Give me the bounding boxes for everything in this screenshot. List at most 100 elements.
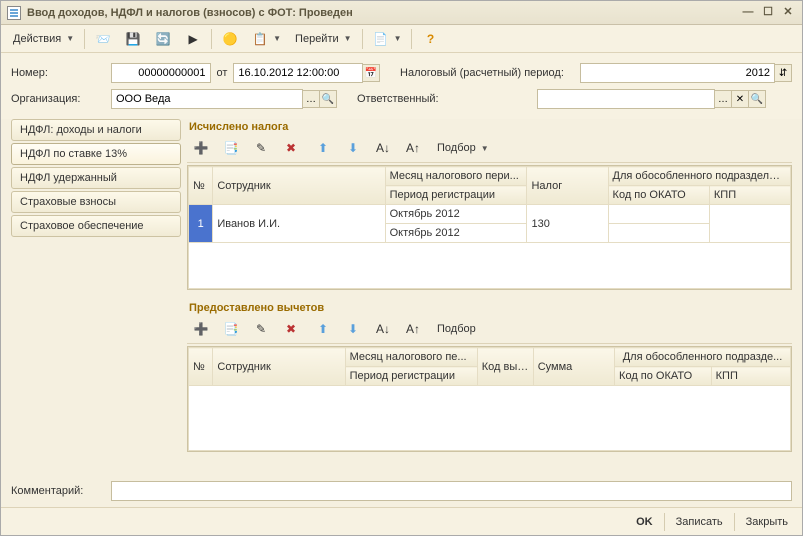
selection-button[interactable]: Подбор ▼ — [431, 137, 495, 159]
separator — [362, 29, 363, 49]
col-reg-period[interactable]: Период регистрации — [385, 186, 527, 205]
edit-row-button[interactable]: ✎ — [247, 137, 275, 159]
delete-row-button[interactable]: ✖ — [277, 318, 305, 340]
delete-icon: ✖ — [283, 140, 299, 156]
selection-button[interactable]: Подбор — [431, 318, 482, 340]
col-month-tax[interactable]: Месяц налогового пери... — [385, 167, 527, 186]
org-value: ООО Веда — [116, 93, 170, 105]
col-subdiv[interactable]: Для обособленного подразделения — [608, 167, 790, 186]
tax-period-stepper[interactable]: ⇵ — [774, 64, 792, 82]
resp-select-button[interactable]: … — [714, 90, 732, 108]
table-row[interactable]: 1 Иванов И.И. Октябрь 2012 130 — [189, 205, 791, 224]
ok-button[interactable]: OK — [630, 511, 659, 533]
cell-kpp[interactable] — [709, 205, 790, 243]
close-form-button[interactable]: Закрыть — [740, 511, 794, 533]
cell-employee[interactable]: Иванов И.И. — [213, 205, 385, 243]
col-employee[interactable]: Сотрудник — [213, 167, 385, 205]
grid-empty-area[interactable] — [189, 243, 791, 289]
goto-menu[interactable]: Перейти ▼ — [289, 28, 358, 50]
grid-tax-calculated: № Сотрудник Месяц налогового пери... Нал… — [187, 165, 792, 290]
cancel-post-button[interactable]: 🟡 — [216, 28, 244, 50]
resp-search-button[interactable]: 🔍 — [748, 90, 766, 108]
tab-ndfl-withheld[interactable]: НДФЛ удержанный — [11, 167, 181, 189]
date-picker-button[interactable]: 📅 — [362, 64, 380, 82]
number-label: Номер: — [11, 67, 111, 79]
move-down-button[interactable]: ⬇ — [339, 137, 367, 159]
tax-period-value: 2012 — [746, 67, 770, 79]
move-up-button[interactable]: ⬆ — [309, 137, 337, 159]
col-subdiv[interactable]: Для обособленного подразде... — [615, 348, 791, 367]
save-button[interactable]: Записать — [670, 511, 729, 533]
resp-field[interactable] — [537, 89, 715, 109]
help-button[interactable]: ? — [416, 28, 444, 50]
col-kpp[interactable]: КПП — [711, 367, 790, 386]
maximize-button[interactable]: ☐ — [760, 6, 776, 20]
up-icon: ⬆ — [315, 321, 331, 337]
save-button[interactable]: 💾 — [119, 28, 147, 50]
cell-month-tax[interactable]: Октябрь 2012 — [385, 205, 527, 224]
date-field[interactable]: 16.10.2012 12:00:00 — [233, 63, 363, 83]
tab-insurance-provision[interactable]: Страховое обеспечение — [11, 215, 181, 237]
resp-clear-button[interactable]: ✕ — [731, 90, 749, 108]
edit-row-button[interactable]: ✎ — [247, 318, 275, 340]
copy-icon: 📑 — [223, 140, 239, 156]
org-select-button[interactable]: … — [302, 90, 320, 108]
col-num[interactable]: № — [189, 348, 213, 386]
cell-num[interactable]: 1 — [189, 205, 213, 243]
move-down-button[interactable]: ⬇ — [339, 318, 367, 340]
add-icon: ➕ — [193, 321, 209, 337]
sort-asc-button[interactable]: A↓ — [369, 318, 397, 340]
separator — [411, 29, 412, 49]
cell-reg-period[interactable]: Октябрь 2012 — [385, 224, 527, 243]
move-up-button[interactable]: ⬆ — [309, 318, 337, 340]
window-title: Ввод доходов, НДФЛ и налогов (взносов) с… — [27, 7, 736, 19]
help-icon: ? — [422, 31, 438, 47]
add-icon: ➕ — [193, 140, 209, 156]
list-button[interactable]: 📄▼ — [367, 28, 408, 50]
cell-tax[interactable]: 130 — [527, 205, 608, 243]
col-kpp[interactable]: КПП — [709, 186, 790, 205]
section2-title: Предоставлено вычетов — [187, 300, 792, 318]
post-icon: 📨 — [95, 31, 111, 47]
cell-okato[interactable] — [608, 205, 709, 224]
selection-label: Подбор — [437, 323, 476, 335]
actions-menu[interactable]: Действия ▼ — [7, 28, 80, 50]
minimize-button[interactable]: — — [740, 6, 756, 20]
close-button[interactable]: ✕ — [780, 6, 796, 20]
org-label: Организация: — [11, 93, 111, 105]
delete-row-button[interactable]: ✖ — [277, 137, 305, 159]
copy-row-button[interactable]: 📑 — [217, 137, 245, 159]
col-employee[interactable]: Сотрудник — [213, 348, 345, 386]
add-row-button[interactable]: ➕ — [187, 318, 215, 340]
col-month-tax[interactable]: Месяц налогового пе... — [345, 348, 477, 367]
number-field[interactable]: 00000000001 — [111, 63, 211, 83]
tab-ndfl-income[interactable]: НДФЛ: доходы и налоги — [11, 119, 181, 141]
tax-period-field[interactable]: 2012 — [580, 63, 776, 83]
org-field[interactable]: ООО Веда — [111, 89, 303, 109]
col-num[interactable]: № — [189, 167, 213, 205]
sort-desc-button[interactable]: A↑ — [399, 318, 427, 340]
copy-row-button[interactable]: 📑 — [217, 318, 245, 340]
sort-desc-button[interactable]: A↑ — [399, 137, 427, 159]
section2-toolbar: ➕ 📑 ✎ ✖ ⬆ ⬇ A↓ A↑ Подбор — [187, 318, 792, 344]
cell-okato2[interactable] — [608, 224, 709, 243]
sort-asc-button[interactable]: A↓ — [369, 137, 397, 159]
col-tax[interactable]: Налог — [527, 167, 608, 205]
tab-insurance[interactable]: Страховые взносы — [11, 191, 181, 213]
comment-field[interactable] — [111, 481, 792, 501]
run-button[interactable]: ▶ — [179, 28, 207, 50]
col-okato[interactable]: Код по ОКАТО — [615, 367, 712, 386]
col-amount[interactable]: Сумма — [533, 348, 614, 386]
org-search-button[interactable]: 🔍 — [319, 90, 337, 108]
col-deduct-code[interactable]: Код вычета — [477, 348, 533, 386]
add-row-button[interactable]: ➕ — [187, 137, 215, 159]
post-button[interactable]: 📨 — [89, 28, 117, 50]
tab-ndfl-13[interactable]: НДФЛ по ставке 13% — [11, 143, 181, 165]
refresh-button[interactable]: 🔄 — [149, 28, 177, 50]
grid-empty-area[interactable] — [189, 386, 791, 451]
structure-button[interactable]: 📋▼ — [246, 28, 287, 50]
tab-list: НДФЛ: доходы и налоги НДФЛ по ставке 13%… — [11, 119, 181, 475]
sort-desc-icon: A↑ — [405, 321, 421, 337]
col-okato[interactable]: Код по ОКАТО — [608, 186, 709, 205]
col-reg-period[interactable]: Период регистрации — [345, 367, 477, 386]
